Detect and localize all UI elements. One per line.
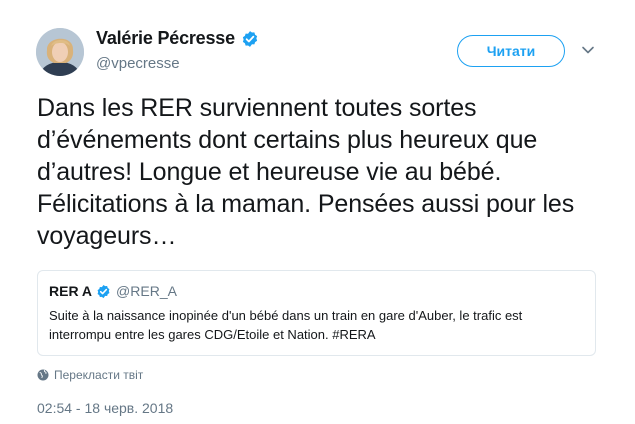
quoted-tweet-header: RER A @RER_A [49,283,177,299]
globe-icon [37,369,49,381]
quoted-display-name: RER A [49,283,93,299]
author-name-row: Valérie Pécresse [96,28,259,49]
author-handle[interactable]: @vpecresse [96,55,180,72]
author-avatar[interactable] [36,28,84,76]
translate-label: Перекласти твіт [54,368,144,382]
follow-button[interactable]: Читати [457,35,565,67]
verified-badge-icon [97,284,110,298]
verified-badge-icon [242,30,258,47]
quoted-tweet-text: Suite à la naissance inopinée d'un bébé … [49,308,523,342]
quoted-handle: @RER_A [116,283,177,299]
translate-tweet-link[interactable]: Перекласти твіт [37,368,143,382]
tweet-text: Dans les RER surviennent toutes sortes d… [37,94,575,250]
quoted-tweet[interactable]: RER A @RER_A Suite à la naissance inopin… [37,270,596,356]
tweet-card: Valérie Pécresse @vpecresse Читати Dans … [0,0,635,424]
chevron-down-icon[interactable] [580,42,596,58]
tweet-timestamp[interactable]: 02:54 - 18 черв. 2018 [37,400,173,416]
author-display-name[interactable]: Valérie Pécresse [96,28,235,49]
